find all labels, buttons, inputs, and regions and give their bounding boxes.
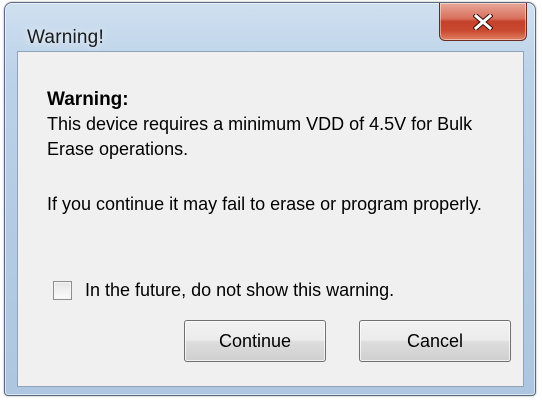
close-icon xyxy=(473,13,493,30)
dont-show-again-label[interactable]: In the future, do not show this warning. xyxy=(85,280,394,301)
window-title: Warning! xyxy=(27,27,104,48)
continue-button[interactable]: Continue xyxy=(184,320,326,362)
dont-show-again-row[interactable]: In the future, do not show this warning. xyxy=(53,278,394,302)
dont-show-again-checkbox[interactable] xyxy=(53,280,72,300)
message-vdd-requirement: This device requires a minimum VDD of 4.… xyxy=(47,114,473,159)
close-button[interactable] xyxy=(439,3,527,41)
warning-heading: Warning: xyxy=(47,89,129,110)
title-bar[interactable]: Warning! xyxy=(5,3,535,51)
cancel-button[interactable]: Cancel xyxy=(359,320,511,362)
message-continue-risk: If you continue it may fail to erase or … xyxy=(47,194,482,214)
